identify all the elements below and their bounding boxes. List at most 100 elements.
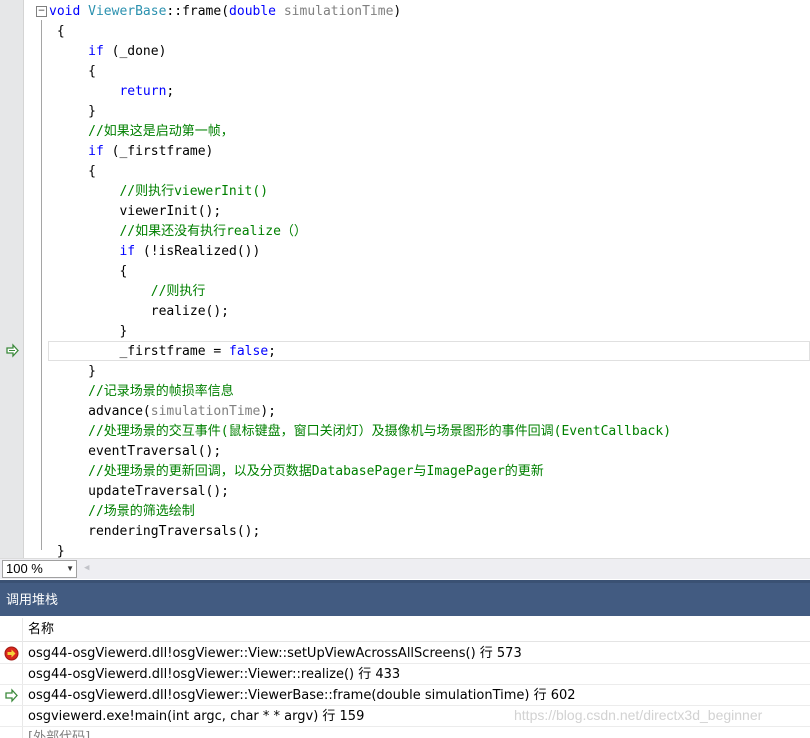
code-token: //则执行viewerInit()	[119, 184, 269, 199]
editor-gutter	[0, 0, 24, 558]
panel-title: 调用堆栈	[6, 593, 59, 608]
call-stack-panel: 调用堆栈 名称 osg44-osgViewerd.dll!osgViewer::…	[0, 580, 810, 738]
code-token: double	[229, 4, 277, 19]
code-token: }	[49, 324, 128, 339]
code-line[interactable]: //场景的筛选绘制	[49, 502, 195, 522]
code-token: {	[49, 164, 96, 179]
code-line[interactable]: }	[49, 542, 65, 558]
code-line[interactable]: {	[49, 22, 65, 42]
code-line[interactable]: renderingTraversals();	[49, 522, 260, 542]
code-token: viewerInit();	[49, 204, 222, 219]
code-token: //场景的筛选绘制	[88, 504, 195, 519]
code-line[interactable]: void ViewerBase::frame(double simulation…	[49, 2, 401, 22]
watermark: https://blog.csdn.net/directx3d_beginner	[514, 707, 763, 723]
code-token: (_done)	[103, 44, 167, 59]
code-token: if	[119, 244, 136, 259]
code-line[interactable]: realize();	[49, 302, 229, 322]
code-token: //记录场景的帧损率信息	[88, 384, 234, 399]
zoom-value: 100 %	[6, 561, 43, 576]
call-stack-row[interactable]: osg44-osgViewerd.dll!osgViewer::ViewerBa…	[0, 685, 810, 706]
call-stack-frame-label: osg44-osgViewerd.dll!osgViewer::Viewer::…	[28, 667, 401, 682]
code-token: if	[88, 144, 104, 159]
code-token: //处理场景的交互事件(鼠标键盘，窗口关闭灯）及摄像机与场景图形的事件回调(Ev…	[88, 424, 672, 439]
code-token: (_firstframe)	[103, 144, 214, 159]
chevron-down-icon: ▼	[66, 564, 74, 573]
code-line[interactable]: eventTraversal();	[49, 442, 221, 462]
code-line[interactable]: {	[49, 162, 96, 182]
code-token: eventTraversal();	[49, 444, 222, 459]
call-stack-frame-label: osg44-osgViewerd.dll!osgViewer::View::se…	[28, 646, 522, 661]
code-line[interactable]: //如果还没有执行realize（）	[49, 222, 307, 242]
return-arrow-icon	[6, 343, 19, 358]
call-stack-frame-label: osg44-osgViewerd.dll!osgViewer::ViewerBa…	[28, 688, 576, 703]
return-arrow-icon	[5, 688, 18, 703]
code-line[interactable]: if (_firstframe)	[49, 142, 213, 162]
code-editor[interactable]: − void ViewerBase::frame(double simulati…	[0, 0, 810, 558]
code-token: simulationTime	[150, 404, 261, 419]
code-line[interactable]: }	[49, 362, 96, 382]
code-token: //处理场景的更新回调，以及分页数据DatabasePager与ImagePag…	[88, 464, 544, 479]
code-token: }	[49, 544, 65, 558]
code-token: ;	[166, 84, 175, 99]
code-token: return	[119, 84, 167, 99]
collapse-toggle[interactable]: −	[36, 6, 47, 17]
code-line[interactable]: advance(simulationTime);	[49, 402, 276, 422]
code-line[interactable]: }	[49, 102, 96, 122]
code-token: }	[49, 364, 96, 379]
code-line[interactable]: //处理场景的交互事件(鼠标键盘，窗口关闭灯）及摄像机与场景图形的事件回调(Ev…	[49, 422, 671, 442]
code-token: _firstframe =	[49, 344, 230, 359]
breakpoint-arrow-icon	[4, 646, 19, 661]
scroll-left-icon[interactable]: ◀	[84, 563, 89, 573]
code-line[interactable]: //则执行viewerInit()	[49, 182, 268, 202]
code-token: );	[260, 404, 276, 419]
code-token: (!isRealized())	[135, 244, 261, 259]
code-token: realize();	[49, 304, 230, 319]
code-line[interactable]: viewerInit();	[49, 202, 221, 222]
code-token: simulationTime	[283, 4, 394, 19]
code-line[interactable]: //如果这是启动第一帧，	[49, 122, 234, 142]
code-token: ::frame(	[166, 4, 230, 19]
code-token: {	[49, 264, 128, 279]
call-stack-row[interactable]: [外部代码]	[0, 727, 810, 738]
code-token: )	[393, 4, 402, 19]
code-line[interactable]: //记录场景的帧损率信息	[49, 382, 234, 402]
zoom-dropdown[interactable]: 100 % ▼	[2, 560, 77, 578]
call-stack-row[interactable]: osg44-osgViewerd.dll!osgViewer::Viewer::…	[0, 664, 810, 685]
code-line[interactable]: {	[49, 62, 96, 82]
outline-line	[41, 20, 42, 550]
code-line[interactable]: _firstframe = false;	[49, 342, 276, 362]
code-token: void	[49, 4, 81, 19]
panel-header: 调用堆栈	[0, 580, 810, 616]
code-token: advance(	[49, 404, 151, 419]
code-line[interactable]: updateTraversal();	[49, 482, 229, 502]
code-token: }	[49, 104, 96, 119]
call-stack-row[interactable]: osg44-osgViewerd.dll!osgViewer::View::se…	[0, 643, 810, 664]
call-stack-frame-label: osgviewerd.exe!main(int argc, char * * a…	[28, 709, 365, 724]
code-line[interactable]: return;	[49, 82, 174, 102]
code-token: //则执行	[150, 284, 206, 299]
code-line[interactable]: if (!isRealized())	[49, 242, 260, 262]
code-token: false	[229, 344, 269, 359]
code-token: ;	[268, 344, 276, 359]
code-token: ViewerBase	[88, 4, 167, 19]
code-line[interactable]: //则执行	[49, 282, 206, 302]
code-token: //如果还没有执行realize（）	[119, 224, 307, 239]
code-line[interactable]: {	[49, 262, 127, 282]
code-token: updateTraversal();	[49, 484, 230, 499]
code-line[interactable]: if (_done)	[49, 42, 166, 62]
column-header[interactable]: 名称	[0, 618, 810, 642]
code-line[interactable]: //处理场景的更新回调，以及分页数据DatabasePager与ImagePag…	[49, 462, 544, 482]
editor-bottom-bar: 100 % ▼ ◀	[0, 558, 810, 579]
code-line[interactable]: }	[49, 322, 127, 342]
